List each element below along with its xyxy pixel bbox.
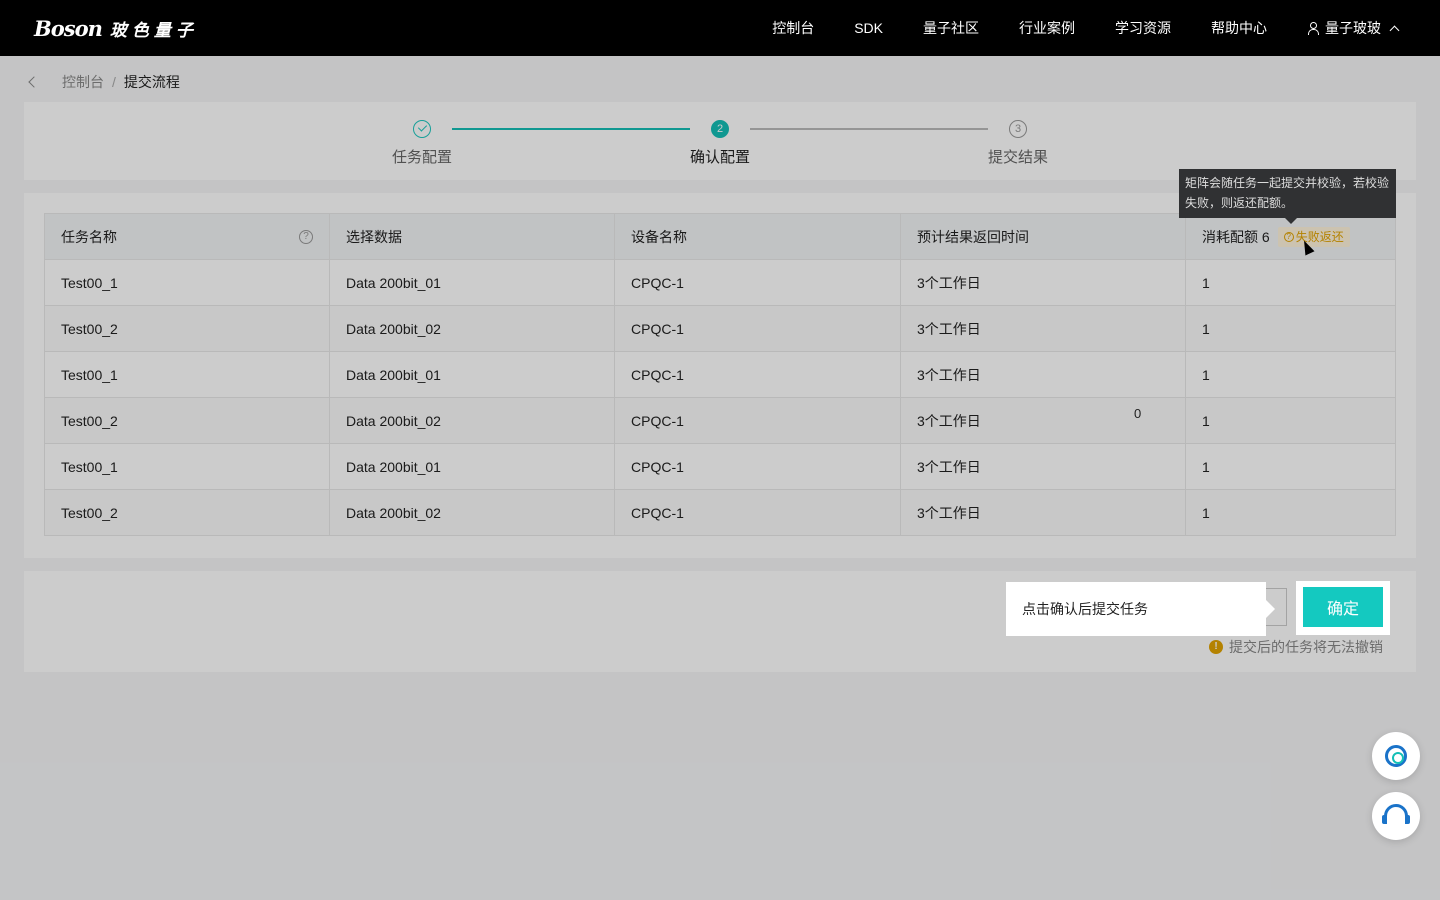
step-task-config: 任务配置 — [362, 120, 482, 167]
step-label: 任务配置 — [391, 149, 452, 166]
breadcrumb: 控制台 / 提交流程 — [24, 72, 180, 92]
cell-eta: 3个工作日 — [900, 489, 1186, 536]
cell-device: CPQC-1 — [614, 489, 901, 536]
quota-tooltip: 矩阵会随任务一起提交并校验，若校验失败，则返还配额。 — [1179, 169, 1396, 224]
col-data: 选择数据 — [329, 213, 615, 260]
cell-eta: 3个工作日 — [900, 259, 1186, 306]
step-submit-result: 3 提交结果 — [958, 120, 1078, 167]
cell-device: CPQC-1 — [614, 259, 901, 306]
col-eta: 预计结果返回时间 — [900, 213, 1186, 260]
submit-hint: ! 提交后的任务将无法撤销 — [1209, 637, 1383, 657]
guide-arrow — [1266, 600, 1275, 618]
cell-task-name: Test00_1 — [44, 351, 330, 398]
cell-data: Data 200bit_01 — [329, 351, 615, 398]
col-device: 设备名称 — [614, 213, 901, 260]
question-icon: ? — [1283, 231, 1294, 242]
nav-community[interactable]: 量子社区 — [923, 18, 979, 38]
cell-device: CPQC-1 — [614, 305, 901, 352]
table-row: Test00_1 Data 200bit_01 CPQC-1 3个工作日 1 — [44, 443, 1396, 490]
breadcrumb-parent[interactable]: 控制台 — [62, 72, 104, 92]
chevron-up-icon — [1389, 25, 1400, 35]
col-header-label: 任务名称 — [61, 228, 117, 245]
breadcrumb-separator: / — [112, 74, 116, 90]
warning-icon: ! — [1209, 640, 1223, 654]
support-float-button[interactable] — [1372, 792, 1420, 840]
cell-task-name: Test00_1 — [44, 259, 330, 306]
cell-quota: 1 — [1185, 397, 1396, 444]
cell-device: CPQC-1 — [614, 397, 901, 444]
back-arrow-icon[interactable] — [28, 76, 40, 88]
cell-task-name: Test00_1 — [44, 443, 330, 490]
cell-data: Data 200bit_01 — [329, 443, 615, 490]
cell-device: CPQC-1 — [614, 443, 901, 490]
cell-eta: 3个工作日 — [900, 351, 1186, 398]
task-table-panel: 任务名称 ? 选择数据 设备名称 预计结果返回时间 消耗配额 6 ? 失败返还 — [24, 193, 1416, 558]
user-menu[interactable]: 量子玻玻 — [1307, 18, 1400, 38]
confirm-highlight: 确定 — [1296, 581, 1390, 635]
step-label: 确认配置 — [689, 149, 750, 166]
cell-quota: 1 — [1185, 489, 1396, 536]
step-confirm-config: 2 确认配置 — [660, 120, 780, 167]
logo-wordmark: Boson — [34, 15, 103, 41]
cell-eta: 3个工作日 — [900, 397, 1186, 444]
step-label: 提交结果 — [987, 149, 1048, 166]
table-row: Test00_2 Data 200bit_02 CPQC-1 3个工作日 1 — [44, 489, 1396, 536]
cell-task-name: Test00_2 — [44, 397, 330, 444]
cell-data: Data 200bit_02 — [329, 397, 615, 444]
guide-popover: 点击确认后提交任务 — [1006, 582, 1275, 636]
feedback-float-button[interactable] — [1372, 732, 1420, 780]
table-header-row: 任务名称 ? 选择数据 设备名称 预计结果返回时间 消耗配额 6 ? 失败返还 — [44, 213, 1396, 260]
target-icon — [1385, 745, 1407, 767]
cell-task-name: Test00_2 — [44, 305, 330, 352]
main-nav: 控制台 SDK 量子社区 行业案例 学习资源 帮助中心 量子玻玻 — [732, 0, 1400, 56]
cell-quota: 1 — [1185, 259, 1396, 306]
cell-quota: 1 — [1185, 351, 1396, 398]
table-row: Test00_1 Data 200bit_01 CPQC-1 3个工作日 1 — [44, 351, 1396, 398]
logo[interactable]: Boson 玻色量子 — [34, 14, 198, 42]
question-icon[interactable]: ? — [299, 229, 313, 244]
guide-text: 点击确认后提交任务 — [1022, 601, 1148, 617]
cell-data: Data 200bit_01 — [329, 259, 615, 306]
table-row: Test00_2 Data 200bit_02 CPQC-1 3个工作日 1 — [44, 305, 1396, 352]
step-number: 3 — [1009, 120, 1027, 138]
col-header-label: 消耗配额 6 — [1202, 228, 1270, 245]
nav-learning[interactable]: 学习资源 — [1115, 18, 1171, 38]
headset-icon — [1382, 804, 1410, 824]
table-row: Test00_2 Data 200bit_02 CPQC-1 3个工作日 1 — [44, 397, 1396, 444]
check-icon — [413, 120, 431, 138]
table-row: Test00_1 Data 200bit_01 CPQC-1 3个工作日 1 — [44, 259, 1396, 306]
cell-data: Data 200bit_02 — [329, 489, 615, 536]
cell-quota: 1 — [1185, 443, 1396, 490]
refund-tag[interactable]: ? 失败返还 — [1277, 226, 1350, 247]
col-task-name: 任务名称 ? — [44, 213, 330, 260]
cell-task-name: Test00_2 — [44, 489, 330, 536]
nav-console[interactable]: 控制台 — [772, 18, 814, 38]
cell-eta: 3个工作日 — [900, 443, 1186, 490]
user-icon — [1307, 22, 1319, 35]
step-connector-done — [452, 128, 690, 130]
top-navbar: Boson 玻色量子 控制台 SDK 量子社区 行业案例 学习资源 帮助中心 量… — [0, 0, 1440, 56]
cell-quota: 1 — [1185, 305, 1396, 352]
breadcrumb-current: 提交流程 — [123, 74, 180, 90]
task-table: 任务名称 ? 选择数据 设备名称 预计结果返回时间 消耗配额 6 ? 失败返还 — [44, 213, 1396, 536]
cell-device: CPQC-1 — [614, 351, 901, 398]
logo-cn-text: 玻色量子 — [109, 20, 198, 40]
user-name: 量子玻玻 — [1325, 20, 1381, 36]
nav-sdk[interactable]: SDK — [854, 20, 883, 36]
nav-cases[interactable]: 行业案例 — [1019, 18, 1075, 38]
cell-eta: 3个工作日 — [900, 305, 1186, 352]
step-connector-pending — [750, 128, 988, 130]
nav-help[interactable]: 帮助中心 — [1211, 18, 1267, 38]
cell-data: Data 200bit_02 — [329, 305, 615, 352]
confirm-button[interactable]: 确定 — [1303, 587, 1383, 627]
stray-value: 0 — [1134, 406, 1142, 421]
hint-text: 提交后的任务将无法撤销 — [1229, 639, 1383, 655]
step-number: 2 — [711, 120, 729, 138]
